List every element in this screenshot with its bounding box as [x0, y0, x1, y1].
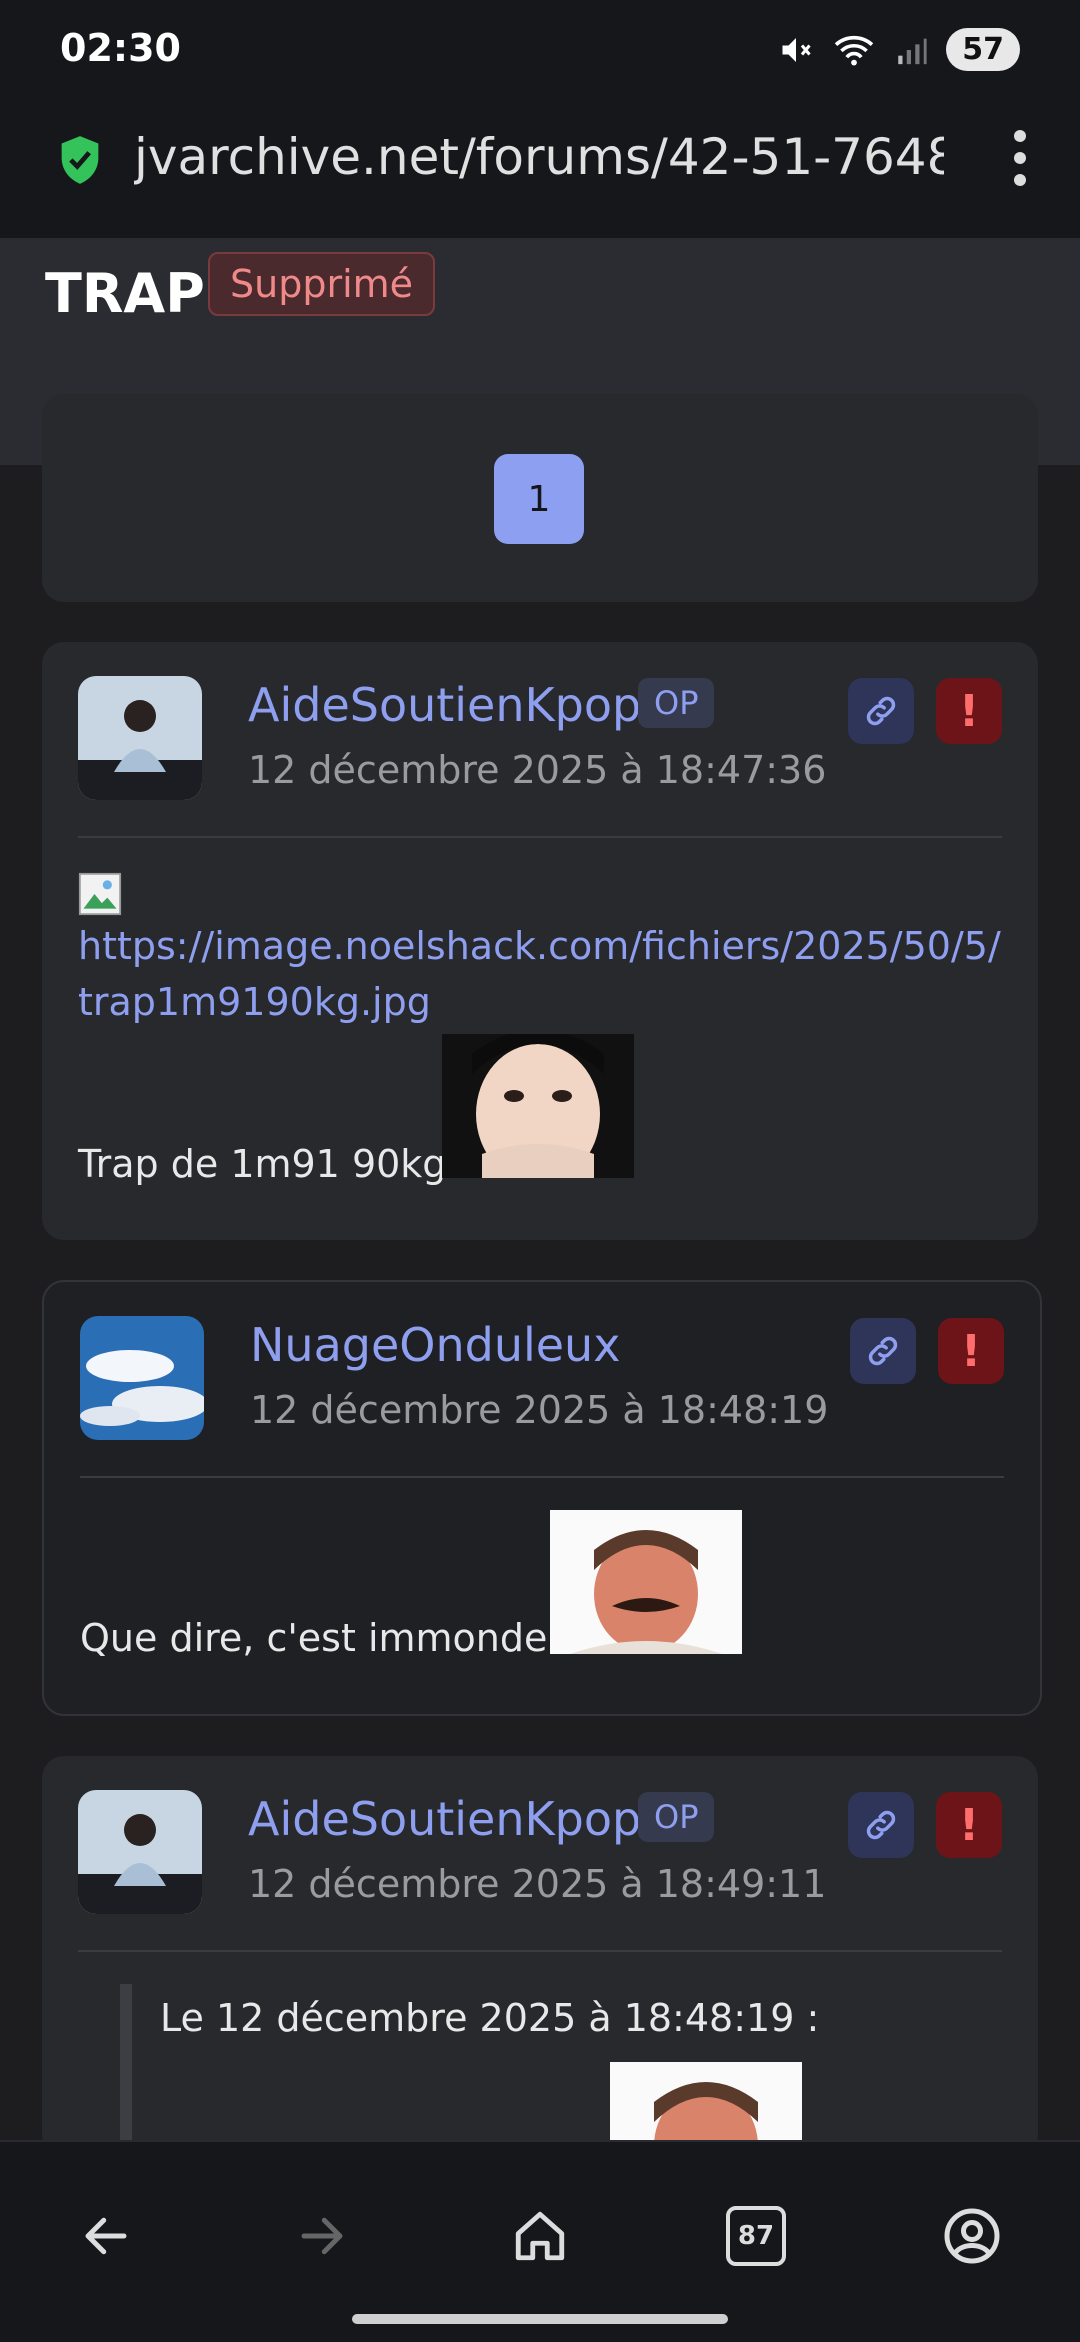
arrow-left-icon: [85, 2217, 127, 2255]
page-button-current[interactable]: 1: [494, 454, 584, 544]
post-card: AideSoutienKpop OP 12 décembre 2025 à 18…: [42, 1756, 1038, 2156]
browser-bottom-nav: 87: [0, 2140, 1080, 2342]
image-link[interactable]: https://image.noelshack.com/fichiers/202…: [78, 918, 1002, 1030]
arrow-right-icon: [301, 2217, 343, 2255]
op-badge: OP: [638, 1792, 715, 1842]
post-card: AideSoutienKpop OP 12 décembre 2025 à 18…: [42, 642, 1038, 1240]
deleted-status-badge: Supprimé: [208, 252, 436, 316]
post-separator: [78, 1950, 1002, 1952]
mute-icon: [782, 37, 811, 62]
secure-shield-icon[interactable]: [58, 134, 102, 186]
post-date: 12 décembre 2025 à 18:48:19: [250, 1388, 829, 1432]
status-icons: 57: [778, 28, 1020, 71]
url-field[interactable]: jvarchive.net/forums/42-51-76488: [134, 128, 944, 186]
home-button[interactable]: [492, 2188, 588, 2284]
home-icon: [515, 2211, 565, 2261]
op-badge: OP: [638, 678, 715, 728]
wifi-icon: [835, 35, 874, 65]
sticker-image[interactable]: [550, 1510, 742, 1654]
status-time: 02:30: [60, 26, 181, 70]
report-button[interactable]: !: [936, 1792, 1002, 1858]
avatar[interactable]: [78, 1790, 202, 1914]
avatar[interactable]: [80, 1316, 204, 1440]
sticker-image[interactable]: [442, 1034, 634, 1178]
signal-icon: [898, 38, 927, 64]
broken-image-icon: [78, 872, 122, 916]
tabs-button[interactable]: 87: [708, 2188, 804, 2284]
post-text: Trap de 1m91 90kg: [78, 1142, 447, 1186]
author-name[interactable]: AideSoutienKpop: [248, 678, 641, 732]
battery-indicator: 57: [946, 28, 1020, 71]
post-date: 12 décembre 2025 à 18:47:36: [248, 748, 827, 792]
forward-button[interactable]: [274, 2188, 370, 2284]
image-link-line1[interactable]: https://image.noelshack.com/fichiers/202…: [78, 918, 1002, 974]
permalink-button[interactable]: [850, 1318, 916, 1384]
post-date: 12 décembre 2025 à 18:49:11: [248, 1862, 827, 1906]
back-button[interactable]: [58, 2188, 154, 2284]
quote-block: Le 12 décembre 2025 à 18:48:19 :: [120, 1984, 1012, 2156]
report-button[interactable]: !: [938, 1318, 1004, 1384]
browser-url-bar: jvarchive.net/forums/42-51-76488: [0, 100, 1080, 240]
tab-count: 87: [726, 2206, 786, 2266]
exclamation-icon: !: [958, 1799, 980, 1851]
avatar[interactable]: [78, 676, 202, 800]
author-name[interactable]: NuageOnduleux: [250, 1318, 620, 1372]
home-indicator[interactable]: [352, 2314, 728, 2324]
post-separator: [78, 836, 1002, 838]
post-separator: [80, 1476, 1004, 1478]
more-options-icon[interactable]: [1010, 130, 1030, 186]
quote-header: Le 12 décembre 2025 à 18:48:19 :: [160, 1996, 820, 2040]
post-text: Que dire, c'est immonde.: [80, 1616, 560, 1660]
pagination-card: 1: [42, 394, 1038, 602]
post-card: NuageOnduleux 12 décembre 2025 à 18:48:1…: [42, 1280, 1042, 1716]
author-name[interactable]: AideSoutienKpop: [248, 1792, 641, 1846]
account-icon: [944, 2208, 1000, 2264]
image-link-line2[interactable]: trap1m9190kg.jpg: [78, 974, 1002, 1030]
exclamation-icon: !: [960, 1325, 982, 1377]
account-button[interactable]: [924, 2188, 1020, 2284]
permalink-button[interactable]: [848, 1792, 914, 1858]
link-icon: [866, 1810, 896, 1840]
report-button[interactable]: !: [936, 678, 1002, 744]
link-icon: [868, 1336, 898, 1366]
status-bar: 02:30 57: [0, 0, 1080, 100]
link-icon: [866, 696, 896, 726]
exclamation-icon: !: [958, 685, 980, 737]
permalink-button[interactable]: [848, 678, 914, 744]
topic-title: TRAP: [45, 262, 205, 325]
